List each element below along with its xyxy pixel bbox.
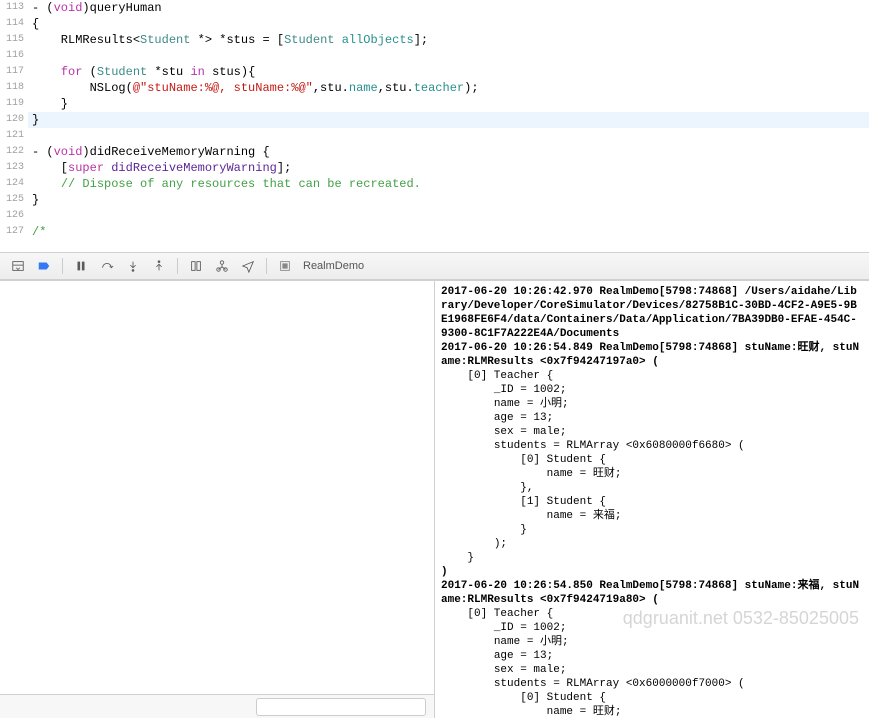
line-number: 124 <box>0 176 24 192</box>
line-number: 119 <box>0 96 24 112</box>
code-line[interactable] <box>28 128 869 144</box>
console-line: name = 旺财; <box>441 705 863 718</box>
code-content[interactable]: - (void)queryHuman{ RLMResults<Student *… <box>28 0 869 252</box>
console-line: 2017-06-20 10:26:42.970 RealmDemo[5798:7… <box>441 285 863 341</box>
line-gutter: 1131141151161171181191201211221231241251… <box>0 0 28 252</box>
code-line[interactable]: - (void)didReceiveMemoryWarning { <box>28 144 869 160</box>
process-name[interactable]: RealmDemo <box>303 260 364 272</box>
code-editor[interactable]: 1131141151161171181191201211221231241251… <box>0 0 869 252</box>
console-line: sex = male; <box>441 663 863 677</box>
console-line: age = 13; <box>441 411 863 425</box>
line-number: 127 <box>0 224 24 240</box>
console-line: [0] Student { <box>441 453 863 467</box>
divider <box>177 258 178 274</box>
code-line[interactable]: NSLog(@"stuName:%@, stuName:%@",stu.name… <box>28 80 869 96</box>
code-line[interactable] <box>28 208 869 224</box>
console-line: [1] Student { <box>441 495 863 509</box>
code-line[interactable]: [super didReceiveMemoryWarning]; <box>28 160 869 176</box>
variables-bottom-bar <box>0 694 434 718</box>
step-into-icon[interactable] <box>121 256 145 276</box>
console-line: } <box>441 551 863 565</box>
debug-panel: 2017-06-20 10:26:42.970 RealmDemo[5798:7… <box>0 280 869 718</box>
view-memory-icon[interactable] <box>184 256 208 276</box>
step-out-icon[interactable] <box>147 256 171 276</box>
code-line[interactable]: - (void)queryHuman <box>28 0 869 16</box>
line-number: 115 <box>0 32 24 48</box>
console-panel[interactable]: 2017-06-20 10:26:42.970 RealmDemo[5798:7… <box>435 281 869 718</box>
code-line[interactable]: for (Student *stu in stus){ <box>28 64 869 80</box>
code-line[interactable]: } <box>28 192 869 208</box>
console-line: } <box>441 523 863 537</box>
divider <box>266 258 267 274</box>
console-line: students = RLMArray <0x6000000f7000> ( <box>441 677 863 691</box>
console-line: [0] Teacher { <box>441 607 863 621</box>
breakpoints-icon[interactable] <box>32 256 56 276</box>
console-line: age = 13; <box>441 649 863 663</box>
console-line: ) <box>441 565 863 579</box>
console-line: ); <box>441 537 863 551</box>
console-line: [0] Teacher { <box>441 369 863 383</box>
line-number: 126 <box>0 208 24 224</box>
console-line: 2017-06-20 10:26:54.850 RealmDemo[5798:7… <box>441 579 863 607</box>
console-line: sex = male; <box>441 425 863 439</box>
console-line: name = 小明; <box>441 397 863 411</box>
line-number: 122 <box>0 144 24 160</box>
hide-debug-icon[interactable] <box>6 256 30 276</box>
console-line: _ID = 1002; <box>441 621 863 635</box>
process-icon[interactable] <box>273 256 297 276</box>
debug-hierarchy-icon[interactable] <box>210 256 234 276</box>
line-number: 121 <box>0 128 24 144</box>
code-line[interactable]: } <box>28 96 869 112</box>
location-icon[interactable] <box>236 256 260 276</box>
line-number: 120 <box>0 112 24 128</box>
console-line: [0] Student { <box>441 691 863 705</box>
console-line: students = RLMArray <0x6080000f6680> ( <box>441 439 863 453</box>
debug-toolbar: RealmDemo <box>0 252 869 280</box>
code-line[interactable]: { <box>28 16 869 32</box>
variables-filter-input[interactable] <box>256 698 426 716</box>
code-line[interactable]: } <box>28 112 869 128</box>
pause-icon[interactable] <box>69 256 93 276</box>
code-line[interactable] <box>28 48 869 64</box>
line-number: 125 <box>0 192 24 208</box>
console-line: }, <box>441 481 863 495</box>
variables-panel[interactable] <box>0 281 435 718</box>
line-number: 123 <box>0 160 24 176</box>
code-line[interactable]: RLMResults<Student *> *stus = [Student a… <box>28 32 869 48</box>
line-number: 114 <box>0 16 24 32</box>
step-over-icon[interactable] <box>95 256 119 276</box>
console-line: name = 旺财; <box>441 467 863 481</box>
console-line: name = 来福; <box>441 509 863 523</box>
line-number: 113 <box>0 0 24 16</box>
line-number: 118 <box>0 80 24 96</box>
divider <box>62 258 63 274</box>
code-line[interactable]: /* <box>28 224 869 240</box>
console-line: name = 小明; <box>441 635 863 649</box>
console-line: 2017-06-20 10:26:54.849 RealmDemo[5798:7… <box>441 341 863 369</box>
line-number: 116 <box>0 48 24 64</box>
console-line: _ID = 1002; <box>441 383 863 397</box>
line-number: 117 <box>0 64 24 80</box>
code-line[interactable]: // Dispose of any resources that can be … <box>28 176 869 192</box>
